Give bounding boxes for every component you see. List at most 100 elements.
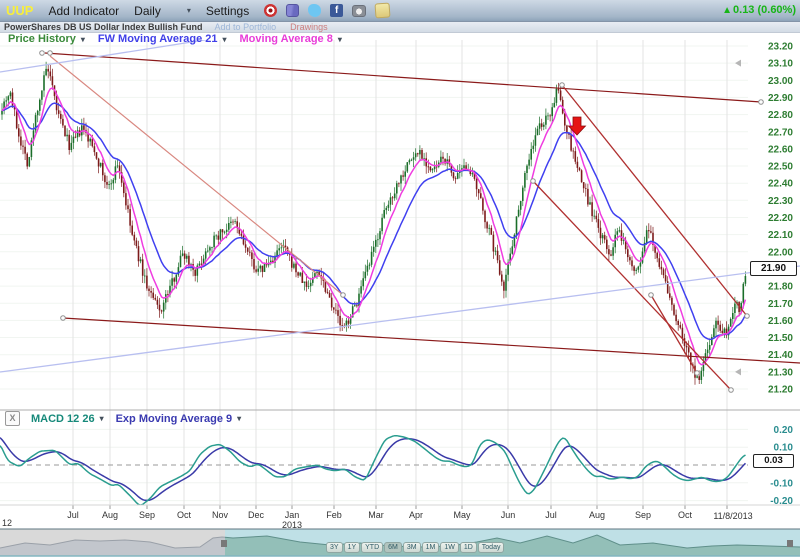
upper-trendline[interactable] [45,53,761,102]
facebook-icon[interactable] [330,4,343,17]
channel-line-2[interactable] [533,181,731,390]
price-tick-label: 21.80 [768,282,793,293]
month-label: Oct [678,510,693,520]
ma21-dropdown[interactable]: FW Moving Average 21 [98,33,218,45]
steep-salmon-trendline[interactable] [50,56,343,295]
steep-salmon-trendline-anchor[interactable] [341,293,346,298]
chevron-down-icon[interactable]: ▾ [338,35,342,44]
indicator-header-row: Price History ▾ FW Moving Average 21 ▾ M… [8,33,355,45]
macd-tick-label: 0.10 [774,443,794,454]
macd-plot [0,436,748,505]
chevron-down-icon[interactable]: ▾ [81,35,85,44]
fund-name: PowerShares DB US Dollar Index Bullish F… [4,22,203,32]
price-plot [0,36,800,392]
twitter-icon[interactable] [308,4,321,17]
price-tick-label: 22.40 [768,179,793,190]
price-tick-label: 21.30 [768,367,793,378]
range-button-1w[interactable]: 1W [440,542,459,553]
current-price-box: 21.90 [750,261,797,276]
price-tick-label: 22.20 [768,213,793,224]
chart-application-window: JulAugSepOctNovDecJanFebMarAprMayJunJulA… [0,0,800,557]
upper-trendline-anchor[interactable] [40,51,45,56]
lower-trendline-anchor[interactable] [61,316,66,321]
price-tick-label: 23.20 [768,42,793,53]
settings-button[interactable]: Settings [206,4,249,18]
candle-wicks-up [2,62,745,384]
month-label: Aug [589,510,605,520]
alarm-icon[interactable] [264,4,277,17]
year-start-label: 12 [2,518,12,528]
range-button-6m[interactable]: 6M [384,542,402,553]
macd-dropdown[interactable]: MACD 12 26 [31,413,95,425]
range-button-ytd[interactable]: YTD [361,542,383,553]
channel-line-3-anchor[interactable] [695,371,700,376]
camera-icon[interactable] [352,5,366,17]
nav-left-handle[interactable] [221,540,227,547]
price-tick-label: 22.70 [768,127,793,138]
month-label: Feb [326,510,342,520]
axis-marker-icon[interactable] [735,60,741,67]
lower-trendline[interactable] [63,318,800,363]
price-tick-label: 22.30 [768,196,793,207]
upper-trendline-anchor[interactable] [48,51,53,56]
month-label: Sep [635,510,651,520]
chevron-down-icon[interactable]: ▾ [237,414,241,423]
range-button-1d[interactable]: 1D [460,542,477,553]
close-icon[interactable]: X [5,411,20,426]
ema-dropdown[interactable]: Exp Moving Average 9 [116,413,233,425]
chevron-down-icon[interactable]: ▾ [187,6,191,15]
month-label: Oct [177,510,192,520]
price-tick-label: 22.00 [768,247,793,258]
price-tick-label: 22.80 [768,110,793,121]
month-label: Jan [285,510,300,520]
chevron-down-icon[interactable]: ▾ [100,414,104,423]
channel-line-1-anchor[interactable] [745,314,750,319]
symbol-input[interactable]: UUP [6,3,33,18]
month-label: Sep [139,510,155,520]
range-button-3y[interactable]: 3Y [326,542,343,553]
price-tick-label: 23.10 [768,59,793,70]
range-button-3m[interactable]: 3M [403,542,421,553]
current-macd-box: 0.03 [753,454,794,468]
last-date-label: 11/8/2013 [713,511,752,521]
drawings-link[interactable]: Drawings [290,22,328,32]
ma8-line [2,88,745,365]
channel-line-2-anchor[interactable] [531,179,536,184]
month-label: May [453,510,471,520]
price-tick-label: 21.60 [768,316,793,327]
price-tick-label: 22.60 [768,144,793,155]
price-change-indicator: ▲0.13 (0.60%) [722,4,796,16]
macd-tick-label: 0.20 [774,425,794,436]
add-to-portfolio-link[interactable]: Add to Portfolio [215,22,277,32]
ma21-line [2,103,745,339]
month-label: Dec [248,510,265,520]
price-tick-label: 23.00 [768,76,793,87]
add-indicator-button[interactable]: Add Indicator [48,4,119,18]
axis-marker-icon[interactable] [735,368,741,375]
range-button-1y[interactable]: 1Y [344,542,361,553]
top-toolbar: UUP Add Indicator Daily ▾ Settings ▲0.13… [0,0,800,22]
notes-icon[interactable] [375,2,391,18]
price-tick-label: 21.50 [768,333,793,344]
macd-line [0,436,746,505]
month-label: Apr [409,510,423,520]
channel-line-1-anchor[interactable] [560,83,565,88]
nav-right-handle[interactable] [787,540,793,547]
range-button-today[interactable]: Today [478,542,505,553]
range-buttons: 3Y1YYTD6M3M1M1W1DToday [326,542,504,553]
price-history-dropdown[interactable]: Price History [8,33,76,45]
chevron-down-icon[interactable]: ▾ [223,35,227,44]
ma8-dropdown[interactable]: Moving Average 8 [240,33,333,45]
range-button-1m[interactable]: 1M [422,542,440,553]
channel-line-2-anchor[interactable] [729,388,734,393]
symbol-info-bar: PowerShares DB US Dollar Index Bullish F… [0,22,800,33]
upper-trendline-anchor[interactable] [759,100,764,105]
price-tick-label: 21.70 [768,299,793,310]
month-label: Mar [368,510,384,520]
chart-canvas: JulAugSepOctNovDecJanFebMarAprMayJunJulA… [0,0,800,557]
toolbar-icons [264,3,390,18]
gridlines [0,40,748,509]
period-dropdown[interactable]: Daily [134,4,161,18]
channel-line-3-anchor[interactable] [649,293,654,298]
journal-icon[interactable] [286,4,299,17]
